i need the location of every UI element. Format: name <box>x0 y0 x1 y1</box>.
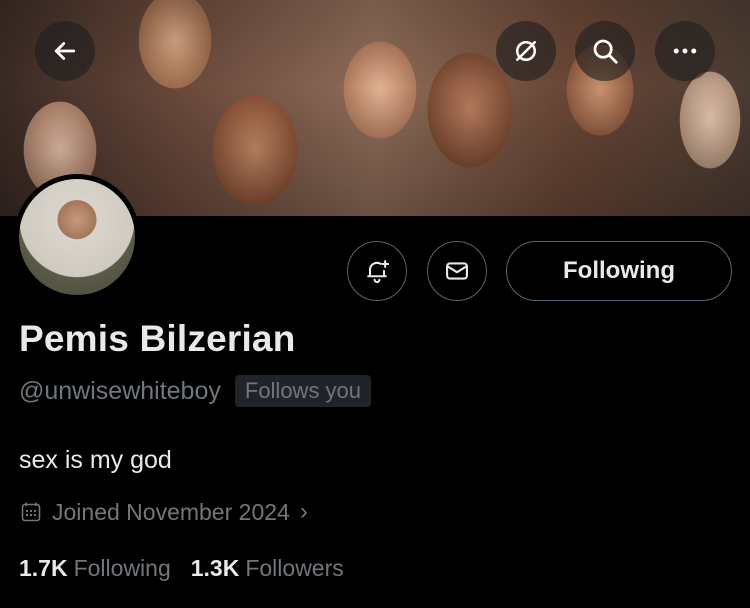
follows-you-badge: Follows you <box>234 375 372 407</box>
message-button[interactable] <box>427 241 487 301</box>
envelope-icon <box>446 262 468 280</box>
more-button[interactable] <box>655 21 715 81</box>
banner-shade <box>0 0 750 216</box>
back-button[interactable] <box>35 21 95 81</box>
calendar-icon <box>21 502 41 522</box>
bell-plus-icon <box>367 260 390 284</box>
following-button[interactable]: Following <box>506 241 732 301</box>
joined-date-row[interactable]: Joined November 2024 › <box>19 498 308 526</box>
following-count: 1.7K <box>19 555 68 581</box>
grok-icon <box>516 41 536 61</box>
arrow-left-icon <box>54 42 76 60</box>
notifications-button[interactable] <box>347 241 407 301</box>
avatar-image <box>19 179 135 295</box>
more-horizontal-icon <box>673 48 697 54</box>
display-name: Pemis Bilzerian <box>19 318 296 359</box>
following-label: Following <box>73 555 171 581</box>
search-button[interactable] <box>575 21 635 81</box>
follow-stats: 1.7K Following 1.3K Followers <box>19 555 344 582</box>
followers-count: 1.3K <box>190 555 240 581</box>
followers-label: Followers <box>245 555 344 581</box>
following-stat[interactable]: 1.7K Following <box>19 555 171 582</box>
search-icon <box>593 39 618 64</box>
grok-button[interactable] <box>496 21 556 81</box>
handle-row: @unwisewhiteboy Follows you <box>19 375 372 407</box>
chevron-right-icon: › <box>299 498 308 525</box>
avatar[interactable] <box>14 174 140 300</box>
joined-date: Joined November 2024 <box>52 498 290 525</box>
followers-stat[interactable]: 1.3K Followers <box>191 555 344 582</box>
user-handle: @unwisewhiteboy <box>19 376 221 405</box>
profile-bio: sex is my god <box>19 446 172 474</box>
